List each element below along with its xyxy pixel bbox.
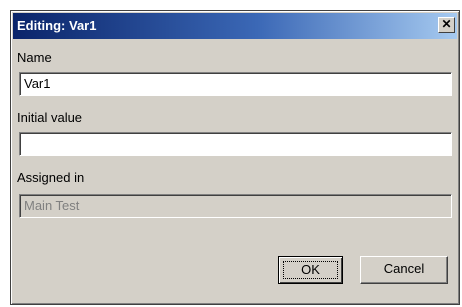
name-input[interactable]: Var1 xyxy=(19,72,452,96)
cancel-button[interactable]: Cancel xyxy=(360,256,448,284)
initial-value-input[interactable] xyxy=(19,132,452,156)
edit-variable-dialog: Editing: Var1 ✕ Name Var1 Initial value … xyxy=(10,10,460,305)
title-bar[interactable]: Editing: Var1 ✕ xyxy=(13,13,457,39)
assigned-in-field: Main Test xyxy=(19,194,452,218)
ok-button-label: OK xyxy=(283,261,338,279)
window-title: Editing: Var1 xyxy=(17,18,97,33)
initial-value-label: Initial value xyxy=(17,110,83,125)
name-label: Name xyxy=(17,50,52,65)
close-icon: ✕ xyxy=(441,17,452,31)
ok-button[interactable]: OK xyxy=(278,256,343,284)
close-button[interactable]: ✕ xyxy=(438,17,455,33)
assigned-in-label: Assigned in xyxy=(17,170,85,185)
